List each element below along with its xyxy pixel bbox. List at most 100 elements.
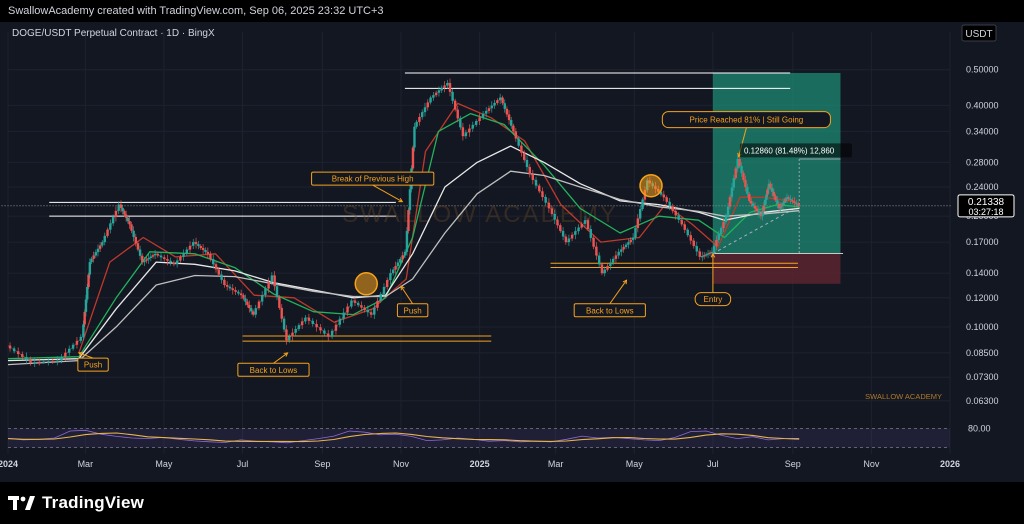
moving-averages xyxy=(7,102,800,366)
candle-body xyxy=(71,344,75,349)
candle-body xyxy=(712,245,716,252)
candle-body xyxy=(163,257,166,260)
candle-body xyxy=(689,235,692,241)
candle-body xyxy=(732,178,736,188)
candle-body xyxy=(79,336,83,341)
annotation-arrow xyxy=(609,279,627,305)
chart-panel[interactable]: SWALLOW ACADEMY Break of Previous High Pu… xyxy=(0,22,1024,482)
candle-body xyxy=(353,300,357,303)
candle-body xyxy=(772,191,776,197)
price-tick-label: 0.10000 xyxy=(966,322,999,332)
price-tick-label: 0.50000 xyxy=(966,65,999,75)
candle-body xyxy=(761,210,764,217)
candle-body xyxy=(239,293,243,296)
candle-body xyxy=(33,362,36,364)
candle-body xyxy=(784,199,787,202)
candle-body xyxy=(275,286,279,298)
candle-body xyxy=(83,311,86,325)
candle-body xyxy=(394,266,397,270)
candle-body xyxy=(413,126,416,148)
candle-body xyxy=(128,221,131,225)
tradingview-logo[interactable]: TradingView xyxy=(8,492,144,514)
candle-body xyxy=(379,293,382,301)
candle-body xyxy=(680,219,683,225)
tradingview-logo-text: TradingView xyxy=(42,493,145,512)
candle-body xyxy=(780,204,784,207)
candle-body xyxy=(185,249,188,254)
candle-body xyxy=(580,223,583,228)
candle-body xyxy=(291,332,294,337)
candle-body xyxy=(432,95,435,98)
candle-body xyxy=(29,359,32,363)
candle-body xyxy=(695,246,698,252)
candle-body xyxy=(121,207,124,212)
attribution-bar: SwallowAcademy created with TradingView.… xyxy=(0,0,1024,22)
candle-body xyxy=(750,200,753,204)
candle-body xyxy=(459,118,462,128)
price-tick-label: 0.07300 xyxy=(966,372,999,382)
candle-body xyxy=(586,220,590,230)
candle-body xyxy=(484,110,488,114)
candle-body xyxy=(360,305,363,308)
candle-body xyxy=(774,196,777,201)
time-tick-label: Jul xyxy=(707,459,719,469)
candle-body xyxy=(56,360,59,362)
candle-body xyxy=(156,253,160,256)
candle-body xyxy=(525,159,529,168)
candle-body xyxy=(315,324,318,328)
rsi-band xyxy=(8,428,950,448)
candle-body xyxy=(201,247,205,250)
candle-body xyxy=(244,298,247,302)
candle-body xyxy=(595,246,598,256)
time-tick-label: Jul xyxy=(237,459,249,469)
candle-body xyxy=(145,259,148,261)
candle-body xyxy=(254,308,257,315)
candle-body xyxy=(278,297,281,308)
candle-body xyxy=(631,237,635,240)
price-chart[interactable]: SWALLOW ACADEMY Break of Previous High Pu… xyxy=(0,22,1024,482)
candle-body xyxy=(182,253,185,257)
time-axis: 2024 Mar May Jul Sep Nov 2025 Mar May Jul Sep Nov 20… xyxy=(0,459,960,469)
candle-body xyxy=(319,327,322,331)
candle-body xyxy=(246,301,249,305)
candle-body xyxy=(753,206,757,209)
candle-body xyxy=(636,218,640,229)
candle-body xyxy=(270,275,274,282)
candle-body xyxy=(420,112,424,118)
candle-body xyxy=(38,361,41,364)
candle-body xyxy=(528,167,531,175)
price-tick-label: 0.17000 xyxy=(966,237,999,247)
candle-body xyxy=(507,114,511,121)
candle-body xyxy=(783,201,786,203)
candle-body xyxy=(117,204,120,211)
candle-body xyxy=(769,183,772,188)
candle-body xyxy=(109,223,112,230)
candle-body xyxy=(757,211,761,214)
loss-zone xyxy=(712,253,841,284)
candle-body xyxy=(356,302,360,306)
candle-body xyxy=(762,205,765,211)
candle-body xyxy=(423,107,427,113)
candle-body xyxy=(464,132,468,137)
candle-body xyxy=(47,361,50,363)
time-tick-label: 2024 xyxy=(0,459,18,469)
candle-body xyxy=(726,206,730,217)
candle-body xyxy=(606,266,609,270)
candle-body xyxy=(251,311,255,315)
highlight-circle xyxy=(639,173,663,198)
candle-body xyxy=(603,269,606,274)
candle-body xyxy=(264,288,267,296)
candle-body xyxy=(624,244,628,248)
candle-body xyxy=(363,307,366,310)
candle-body xyxy=(719,228,723,234)
candle-body xyxy=(475,121,478,125)
candle-body xyxy=(138,249,142,256)
time-tick-label: Mar xyxy=(78,459,94,469)
candle-body xyxy=(550,208,554,214)
candle-body xyxy=(123,211,126,215)
price-tick-label: 0.24000 xyxy=(966,182,999,192)
candle-body xyxy=(503,103,506,109)
candle-body xyxy=(634,228,637,238)
candle-body xyxy=(671,206,674,211)
candle-body xyxy=(206,251,210,254)
